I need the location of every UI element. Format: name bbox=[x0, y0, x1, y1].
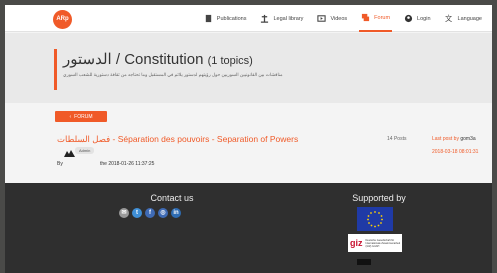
giz-wordmark: giz bbox=[350, 238, 363, 248]
nav-item-legal-library[interactable]: Legal library bbox=[258, 5, 305, 32]
linkedin-icon[interactable]: in bbox=[171, 208, 181, 218]
title-separator: / bbox=[111, 51, 125, 68]
svg-text:文: 文 bbox=[445, 14, 452, 23]
accent-bar bbox=[54, 49, 57, 90]
last-post-info: Last post by gom3a bbox=[432, 136, 476, 142]
scales-icon bbox=[261, 14, 269, 23]
topic-created-date: the 2018-01-26 11:37:25 bbox=[100, 161, 155, 167]
topic-post-count: 14 Posts bbox=[387, 136, 407, 142]
nav-item-language[interactable]: 文 Language bbox=[443, 5, 484, 32]
translate-icon: 文 bbox=[445, 14, 452, 23]
role-badge: Admin bbox=[75, 147, 95, 154]
instagram-icon[interactable]: ◎ bbox=[158, 208, 168, 218]
nav-label: Legal library bbox=[273, 15, 304, 22]
nav-label: Videos bbox=[330, 15, 348, 22]
page-title: الدستور / Constitution (1 topics) bbox=[63, 50, 253, 68]
forum-button-label: FORUM bbox=[74, 113, 93, 120]
user-icon bbox=[404, 14, 413, 23]
contact-title: Contact us bbox=[150, 193, 194, 203]
site-logo[interactable]: ARp bbox=[53, 10, 72, 29]
book-icon bbox=[205, 14, 211, 23]
eu-stars-icon bbox=[367, 211, 383, 228]
forum-back-button[interactable]: ‹ FORUM bbox=[55, 111, 107, 122]
supported-title: Supported by bbox=[352, 193, 406, 203]
nav-item-publications[interactable]: Publications bbox=[202, 5, 249, 32]
page-frame: ARp Publications Legal library Videos Fo… bbox=[5, 5, 492, 273]
nav-label: Language bbox=[457, 15, 482, 22]
social-links: ✉ t f ◎ in bbox=[119, 208, 181, 218]
page-header: الدستور / Constitution (1 topics) مناقشا… bbox=[5, 33, 492, 103]
site-footer: Contact us ✉ t f ◎ in Supported by giz D… bbox=[5, 183, 492, 273]
top-navbar: ARp Publications Legal library Videos Fo… bbox=[5, 5, 492, 32]
email-icon[interactable]: ✉ bbox=[119, 208, 129, 218]
nav-label: Publications bbox=[216, 15, 247, 22]
chevron-left-icon: ‹ bbox=[69, 113, 72, 120]
chat-icon bbox=[362, 13, 370, 22]
facebook-icon[interactable]: f bbox=[145, 208, 155, 218]
twitter-icon[interactable]: t bbox=[132, 208, 142, 218]
giz-caption: Deutsche Gesellschaft für Internationale… bbox=[365, 238, 401, 248]
nav-label: Forum bbox=[374, 14, 391, 21]
nav-item-login[interactable]: Login bbox=[402, 5, 432, 32]
sponsor-logo bbox=[357, 259, 371, 265]
nav-item-forum[interactable]: Forum bbox=[359, 5, 393, 32]
main-nav: Publications Legal library Videos Forum … bbox=[202, 5, 484, 32]
forum-main: ‹ FORUM فصل السلطات - Séparation des pou… bbox=[5, 103, 492, 183]
eu-flag-logo bbox=[357, 207, 393, 231]
by-label: By bbox=[57, 161, 63, 167]
last-post-user[interactable]: gom3a bbox=[460, 136, 475, 142]
nav-label: Login bbox=[417, 15, 431, 22]
last-post-label: Last post by bbox=[432, 136, 459, 142]
nav-item-videos[interactable]: Videos bbox=[315, 5, 349, 32]
page-subtitle: مناقشات بين القانونيين السوريين حول رؤيت… bbox=[63, 72, 283, 77]
video-icon bbox=[317, 15, 327, 22]
topic-title-link[interactable]: فصل السلطات - Séparation des pouvoirs - … bbox=[57, 134, 298, 145]
last-post-date: 2018-03-18 08:01:31 bbox=[432, 149, 479, 155]
topic-count: (1 topics) bbox=[207, 55, 253, 67]
giz-logo: giz Deutsche Gesellschaft für Internatio… bbox=[348, 234, 402, 252]
title-english: Constitution bbox=[124, 51, 204, 68]
title-arabic: الدستور bbox=[63, 51, 112, 68]
